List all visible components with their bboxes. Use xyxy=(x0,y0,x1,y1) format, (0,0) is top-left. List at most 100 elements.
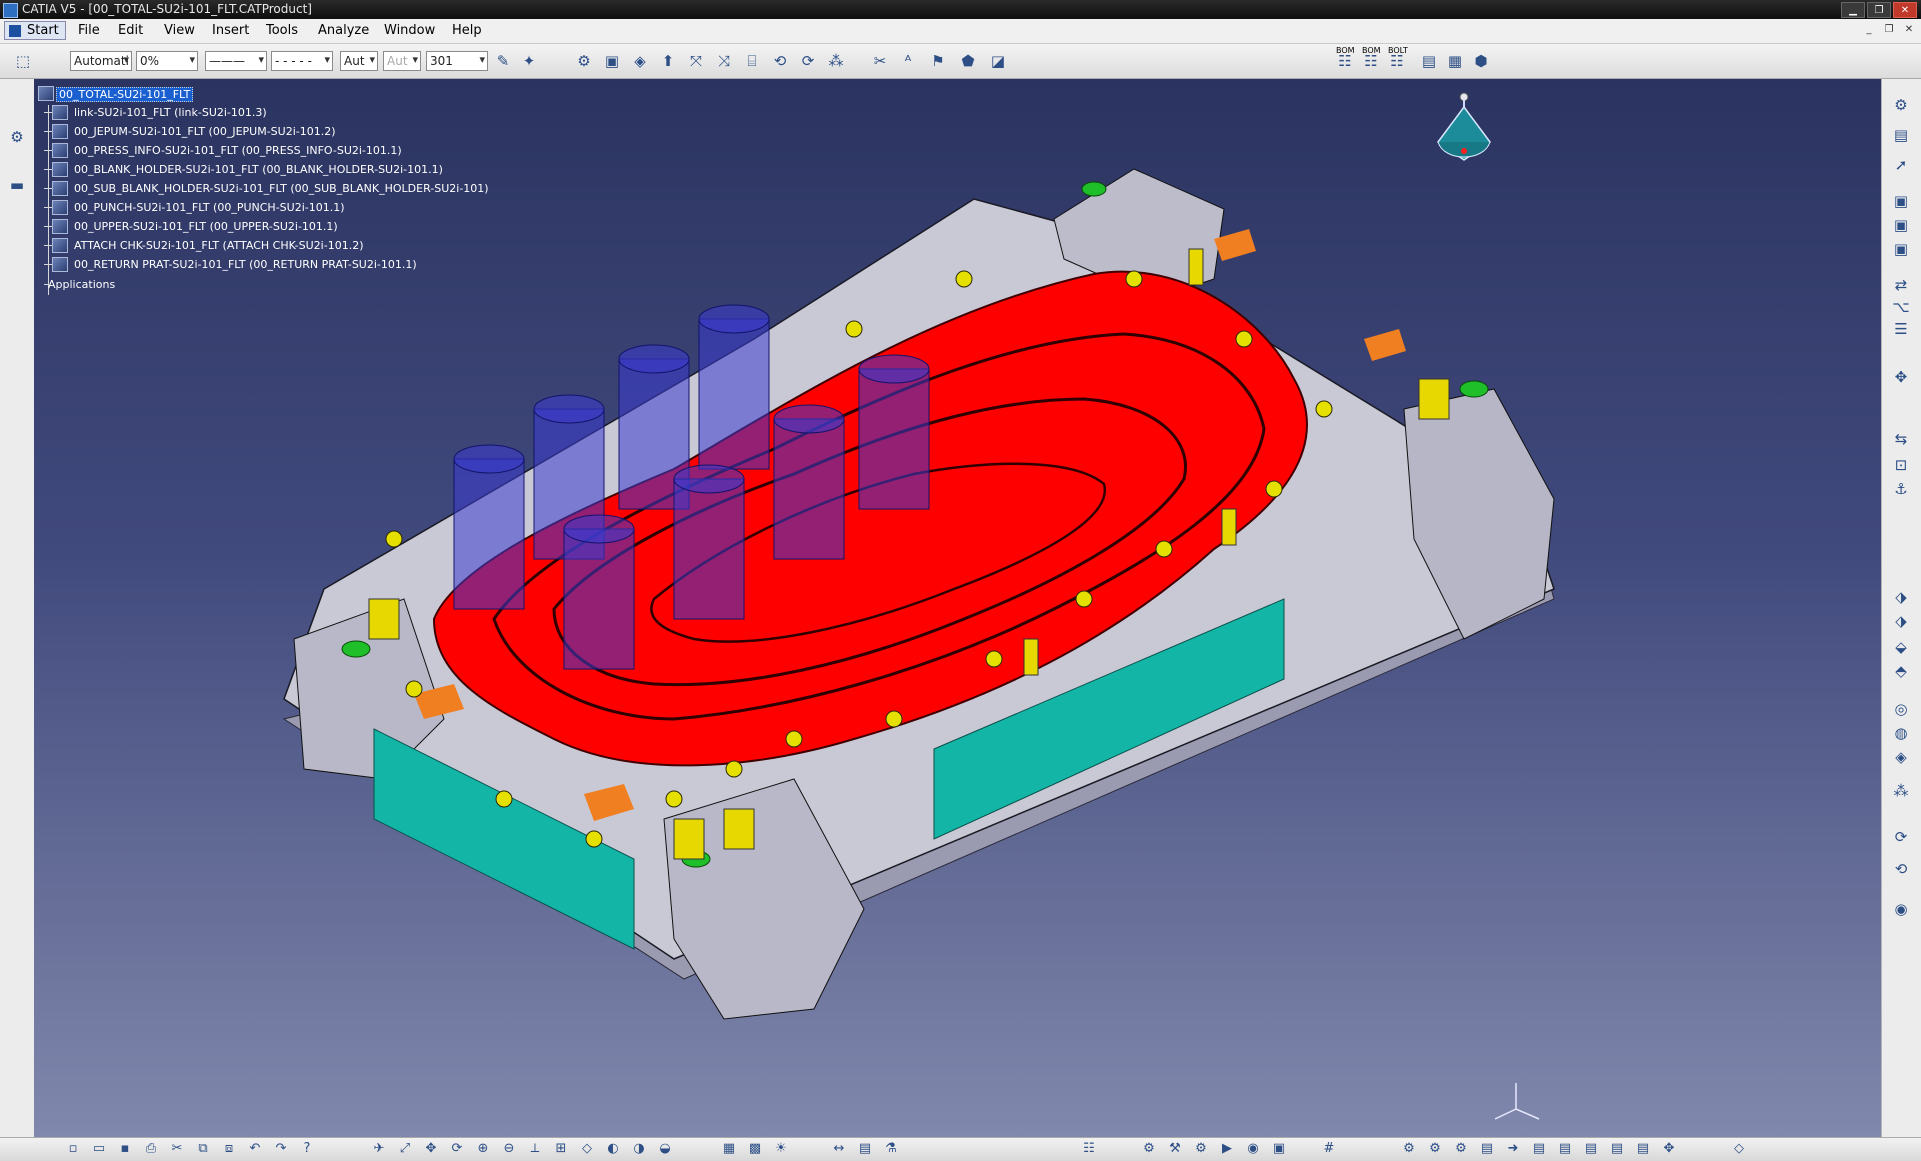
annotation-view-icon[interactable]: ◪ xyxy=(989,52,1007,70)
rotate-icon[interactable]: ⟳ xyxy=(448,1141,466,1157)
menu-view[interactable]: View xyxy=(164,23,195,38)
graphic-properties-icon[interactable]: ✦ xyxy=(520,52,538,70)
macro-icon[interactable]: ▶ xyxy=(1218,1141,1236,1157)
enhanced-scene-icon[interactable]: ⟳ xyxy=(1890,827,1912,847)
maximize-button[interactable]: ❐ xyxy=(1867,2,1891,18)
options-icon[interactable]: ⚙ xyxy=(1192,1141,1210,1157)
explode-icon[interactable]: ⤨ xyxy=(715,52,733,70)
doc-minimize-button[interactable]: _ xyxy=(1861,22,1877,36)
format-painter-icon[interactable]: ✎ xyxy=(494,52,512,70)
assembly-feature-2-icon[interactable]: ⚙ xyxy=(1426,1141,1444,1157)
iso-view-icon[interactable]: ◇ xyxy=(578,1141,596,1157)
catalog-icon[interactable]: ☷ xyxy=(1080,1141,1098,1157)
settings-icon[interactable]: ⚙ xyxy=(1140,1141,1158,1157)
assembly-feature-10-icon[interactable]: ▤ xyxy=(1634,1141,1652,1157)
menu-insert[interactable]: Insert xyxy=(212,23,249,38)
assembly-feature-5-icon[interactable]: ➜ xyxy=(1504,1141,1522,1157)
eraser-icon[interactable]: ◇ xyxy=(1730,1141,1748,1157)
tools-icon[interactable]: ⚒ xyxy=(1166,1141,1184,1157)
zoom-in-icon[interactable]: ⊕ xyxy=(474,1141,492,1157)
multi-instantiation-icon[interactable]: ⁂ xyxy=(827,52,845,70)
layer-filter-icon[interactable]: ▬ xyxy=(6,175,28,195)
compass-icon[interactable] xyxy=(1424,82,1504,182)
insert-product-icon[interactable]: ▣ xyxy=(1890,215,1912,235)
minimize-button[interactable]: ▁ xyxy=(1841,2,1865,18)
assembly-feature-9-icon[interactable]: ▤ xyxy=(1608,1141,1626,1157)
fit-all-icon[interactable]: ⤢ xyxy=(396,1141,414,1157)
measure-inertia-icon[interactable]: ⬙ xyxy=(1890,637,1912,657)
3d-annotation-icon[interactable]: ⬟ xyxy=(959,52,977,70)
assembly-feature-3-icon[interactable]: ⚙ xyxy=(1452,1141,1470,1157)
rendering-style-combo[interactable]: Aut xyxy=(383,51,421,71)
copy-icon[interactable]: ⧉ xyxy=(194,1141,212,1157)
fly-mode-icon[interactable]: ✈ xyxy=(370,1141,388,1157)
doc-close-button[interactable]: ✕ xyxy=(1901,22,1917,36)
menu-analyze[interactable]: Analyze xyxy=(318,23,369,38)
color-combo[interactable]: Automati xyxy=(70,51,132,71)
menu-edit[interactable]: Edit xyxy=(118,23,143,38)
contact-constraint-icon[interactable]: ⊡ xyxy=(1890,455,1912,475)
multi-view-icon[interactable]: ⊞ xyxy=(552,1141,570,1157)
workbench-icon[interactable]: ⚙ xyxy=(1890,95,1912,115)
distance-analysis-icon[interactable]: ◍ xyxy=(1890,723,1912,743)
menu-help[interactable]: Help xyxy=(452,23,482,38)
graph-tree-icon[interactable]: ⌥ xyxy=(1890,297,1912,317)
swap-visible-icon[interactable]: ◒ xyxy=(656,1141,674,1157)
text-annotation-icon[interactable]: ᴬ xyxy=(899,52,917,70)
grid-icon[interactable]: # xyxy=(1320,1141,1338,1157)
assembly-feature-11-icon[interactable]: ✥ xyxy=(1660,1141,1678,1157)
fix-component-icon[interactable]: ⚓ xyxy=(1890,479,1912,499)
material-icon[interactable]: ▩ xyxy=(746,1141,764,1157)
snap-icon[interactable]: ⤧ xyxy=(687,52,705,70)
capture-icon[interactable]: ◉ xyxy=(1890,899,1912,919)
hide-show-icon[interactable]: ◑ xyxy=(630,1141,648,1157)
insert-component-icon[interactable]: ▣ xyxy=(1890,191,1912,211)
video-icon[interactable]: ▣ xyxy=(1270,1141,1288,1157)
assembly-feature-7-icon[interactable]: ▤ xyxy=(1556,1141,1574,1157)
clash-icon[interactable]: ⌸ xyxy=(743,52,761,70)
scenes-icon[interactable]: ⁂ xyxy=(1890,781,1912,801)
rendering-icon[interactable]: ▦ xyxy=(720,1141,738,1157)
dependencies-icon[interactable]: ◈ xyxy=(1890,747,1912,767)
shading-icon[interactable]: ◐ xyxy=(604,1141,622,1157)
line-thickness-combo[interactable]: ——— xyxy=(205,51,267,71)
select-icon[interactable]: ⬚ xyxy=(14,52,32,70)
photo-icon[interactable]: ◉ xyxy=(1244,1141,1262,1157)
new-icon[interactable]: ▫ xyxy=(64,1141,82,1157)
tracking-icon[interactable]: ⟲ xyxy=(1890,859,1912,879)
insert-part-icon[interactable]: ▣ xyxy=(1890,239,1912,259)
menu-file[interactable]: File xyxy=(78,23,100,38)
manipulate-icon[interactable]: ⬆ xyxy=(659,52,677,70)
sectioning-icon[interactable]: ⬘ xyxy=(1890,661,1912,681)
apply-material-icon[interactable]: ▤ xyxy=(856,1141,874,1157)
paste-icon[interactable]: ⧈ xyxy=(220,1141,238,1157)
open-icon[interactable]: ▭ xyxy=(90,1141,108,1157)
select-arrow-icon[interactable]: ➚ xyxy=(1890,155,1912,175)
reorder-icon[interactable]: ⟳ xyxy=(799,52,817,70)
assembly-feature-1-icon[interactable]: ⚙ xyxy=(1400,1141,1418,1157)
catia-toolbox-icon[interactable]: ⚙ xyxy=(6,127,28,147)
print-icon[interactable]: ⎙ xyxy=(142,1141,160,1157)
export-icon[interactable]: ⬢ xyxy=(1472,52,1490,70)
help-icon[interactable]: ? xyxy=(298,1141,316,1157)
assembly-feature-4-icon[interactable]: ▤ xyxy=(1478,1141,1496,1157)
lights-icon[interactable]: ☀ xyxy=(772,1141,790,1157)
line-type-combo[interactable]: - - - - - xyxy=(271,51,333,71)
new-part-icon[interactable]: ◈ xyxy=(631,52,649,70)
menu-tools[interactable]: Tools xyxy=(266,23,298,38)
measure-item-icon[interactable]: ⬗ xyxy=(1890,611,1912,631)
transparency-combo[interactable]: 0% xyxy=(136,51,198,71)
save-icon[interactable]: ▪ xyxy=(116,1141,134,1157)
cut-icon[interactable]: ✂ xyxy=(168,1141,186,1157)
assembly-feature-8-icon[interactable]: ▤ xyxy=(1582,1141,1600,1157)
redo-icon[interactable]: ↷ xyxy=(272,1141,290,1157)
undo-icon[interactable]: ↶ xyxy=(246,1141,264,1157)
existing-component-icon[interactable]: ▣ xyxy=(603,52,621,70)
doc-restore-button[interactable]: ❐ xyxy=(1881,22,1897,36)
pan-icon[interactable]: ✥ xyxy=(422,1141,440,1157)
layer-combo[interactable]: 301 xyxy=(426,51,488,71)
catia-app-icon[interactable] xyxy=(3,3,18,18)
generate-numbering-icon[interactable]: ☰ xyxy=(1890,319,1912,339)
clash-analysis-icon[interactable]: ◎ xyxy=(1890,699,1912,719)
knowledge-icon[interactable]: ⚗ xyxy=(882,1141,900,1157)
